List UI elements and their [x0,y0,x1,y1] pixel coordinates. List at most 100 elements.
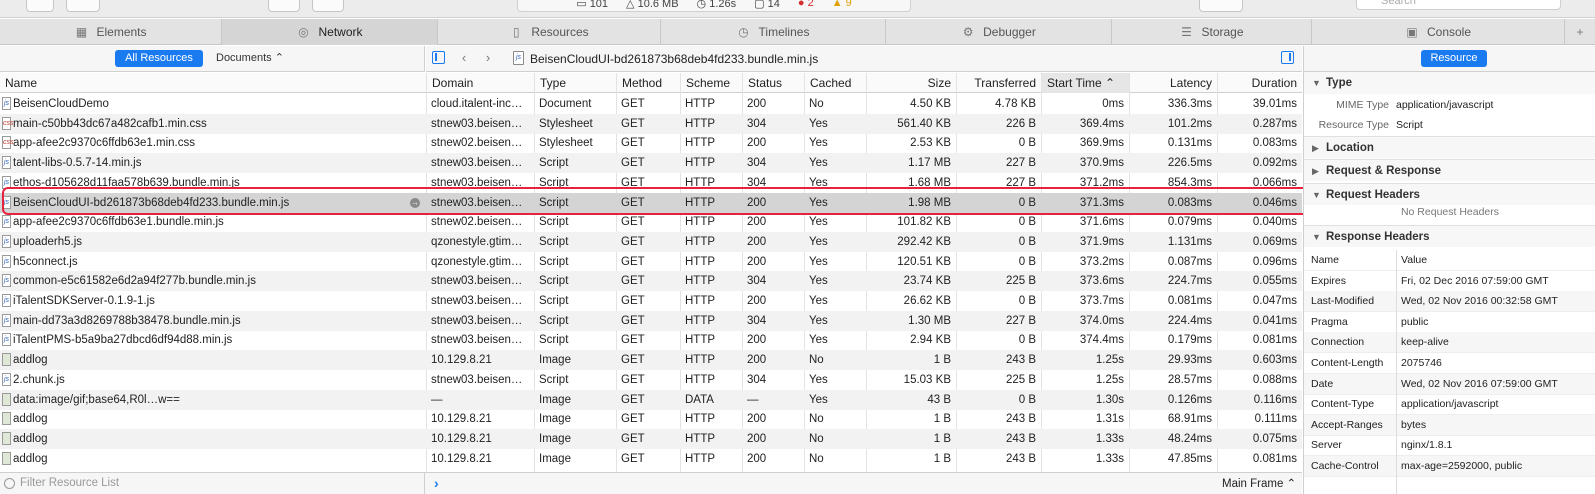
column-status[interactable]: Status [742,73,804,93]
column-domain[interactable]: Domain [426,73,534,93]
column-method[interactable]: Method [616,73,680,93]
section-request-headers[interactable]: ▼ Request Headers [1304,183,1595,205]
row-duration-cell: 0.066ms [1252,176,1297,189]
table-row[interactable]: data:image/gif;base64,R0l…w== — Image GET DA… [0,389,1302,410]
tab-network[interactable]: ◎ Network [222,19,438,45]
column-name[interactable]: Name [0,73,426,93]
tab-timelines[interactable]: ◷ Timelines [661,19,886,45]
column-transferred[interactable]: Transferred [956,73,1041,93]
row-transferred-cell: 243 B [1005,413,1036,426]
resource-mode-button[interactable]: Resource [1421,50,1487,67]
tab-debugger[interactable]: ⚙ Debugger [886,19,1112,45]
table-row[interactable]: js iTalentSDKServer-0.1.9-1.js stnew03.bei… [0,291,1302,311]
log-count[interactable]: ▢ 14 [754,0,780,10]
table-row[interactable]: js iTalentPMS-b5a9ba27dbcd6df94d88.min.js… [0,330,1302,350]
row-domain-cell: stnew03.beisen… [431,295,523,307]
column-type[interactable]: Type [534,73,616,93]
table-row[interactable]: css main-c50bb43dc67a482cafb1.min.css stne… [0,113,1302,134]
search-field[interactable]: Search [1356,0,1561,10]
section-type[interactable]: ▼ Type [1304,72,1595,94]
warning-count[interactable]: ▲ 9 [832,0,852,9]
row-method-cell: GET [621,314,645,327]
right-sidebar-toggle-icon[interactable] [1281,51,1294,64]
elements-icon: ▦ [75,25,88,39]
table-row[interactable]: js BeisenCloudUI-bd261873b68deb4fd233.bun… [0,192,1302,213]
table-row[interactable]: js main-dd73a3d8269788b38478.bundle.min.j… [0,310,1302,331]
network-table-header: Name Domain Type Method Scheme Status Ca… [0,73,1302,93]
table-row[interactable]: addlog 10.129.8.21 Image GET HTTP 200 No 1 B 243… [0,350,1302,371]
left-sidebar-toggle-icon[interactable] [432,51,445,64]
column-duration[interactable]: Duration [1217,73,1302,93]
row-size-cell: 120.51 KB [897,255,951,268]
download-button[interactable] [312,0,344,12]
column-latency[interactable]: Latency [1129,73,1217,93]
inspect-button[interactable] [1199,0,1243,12]
table-row[interactable]: addlog 10.129.8.21 Image GET HTTP 200 No 1 B 243… [0,409,1302,429]
row-status-cell: — [747,393,759,406]
response-header-row[interactable]: Date Wed, 02 Nov 2016 07:59:00 GMT [1304,373,1595,395]
table-row[interactable]: css app-afee2c9370c6ffdb63e1.min.css stnew… [0,133,1302,153]
column-start-time[interactable]: Start Time ⌃ [1041,73,1129,93]
table-row[interactable]: js uploaderh5.js qzonestyle.gtim… Script GET… [0,231,1302,252]
table-row[interactable]: js app-afee2c9370c6ffdb63e1.bundle.min.js… [0,212,1302,232]
filter-resource-input[interactable]: Filter Resource List [0,473,425,494]
row-transferred-cell: 227 B [1005,176,1036,189]
row-start-cell: 1.33s [1095,432,1124,445]
response-header-row[interactable]: Connection keep-alive [1304,332,1595,354]
header-name: Last-Modified [1311,295,1375,308]
table-row[interactable]: js BeisenCloudDemo cloud.italent-inc… Docum… [0,94,1302,114]
row-domain-cell: stnew03.beisen… [431,176,523,189]
tab-label: Timelines [758,25,810,39]
console-prompt-icon[interactable]: › [434,475,439,491]
section-response-headers[interactable]: ▼ Response Headers [1304,225,1595,247]
row-status-cell: 304 [747,117,767,130]
table-row[interactable]: addlog 10.129.8.21 Image GET HTTP 200 No 1 B 243… [0,428,1302,449]
response-header-row[interactable]: Server nginx/1.8.1 [1304,435,1595,457]
breadcrumb[interactable]: BeisenCloudUI-bd261873b68deb4fd233.bundl… [530,52,818,66]
undock-button[interactable] [66,0,100,12]
new-tab-button[interactable]: + [1565,19,1595,45]
response-header-row[interactable]: Last-Modified Wed, 02 Nov 2016 00:32:58 G… [1304,291,1595,313]
column-cached[interactable]: Cached [804,73,866,93]
table-row[interactable]: js 2.chunk.js stnew03.beisen… Script GET HTTP… [0,370,1302,390]
tab-storage[interactable]: ☰ Storage [1112,19,1312,45]
row-status-cell: 200 [747,354,767,367]
response-header-row[interactable]: Pragma public [1304,312,1595,333]
all-resources-button[interactable]: All Resources [115,50,203,67]
response-header-row[interactable]: Content-Length 2075746 [1304,353,1595,374]
go-to-resource-icon[interactable]: → [410,197,420,208]
tab-resources[interactable]: ▯ Resources [438,19,661,45]
row-start-cell: 1.31s [1095,413,1124,426]
table-row[interactable]: js ethos-d105628d11faa578b639.bundle.min.… [0,173,1302,193]
row-latency-cell: 29.93ms [1167,354,1212,367]
documents-filter-select[interactable]: Documents ⌃ [216,50,284,67]
reload-button[interactable] [268,0,300,12]
row-domain-cell: 10.129.8.21 [431,354,492,367]
row-transferred-cell: 226 B [1005,117,1036,130]
section-request-response[interactable]: ▶ Request & Response [1304,159,1595,181]
row-scheme-cell: HTTP [685,137,716,150]
table-row[interactable]: js h5connect.js qzonestyle.gtim… Script GET H… [0,252,1302,272]
header-value: 2075746 [1401,357,1442,369]
response-header-row[interactable]: Cache-Control max-age=2592000, public [1304,456,1595,477]
back-arrow-icon[interactable]: ‹ [457,51,471,65]
row-method-cell: GET [621,354,645,367]
column-scheme[interactable]: Scheme [680,73,742,93]
section-location[interactable]: ▶ Location [1304,136,1595,158]
row-name-cell: main-dd73a3d8269788b38478.bundle.min.js [13,314,241,327]
frame-select[interactable]: Main Frame ⌃ [1222,476,1296,490]
response-header-row[interactable]: Expires Fri, 02 Dec 2016 07:59:00 GMT [1304,271,1595,292]
response-header-row[interactable]: Accept-Ranges bytes [1304,414,1595,436]
tab-console[interactable]: ▣ Console [1312,19,1565,45]
table-row[interactable]: js common-e5c61582e6d2a94f277b.bundle.min… [0,271,1302,292]
row-scheme-cell: HTTP [685,432,716,445]
error-count[interactable]: ● 2 [798,0,814,9]
forward-arrow-icon[interactable]: › [481,51,495,65]
row-duration-cell: 0.081ms [1252,334,1297,347]
dock-button[interactable] [26,0,54,12]
column-size[interactable]: Size [866,73,956,93]
response-header-row[interactable]: Content-Type application/javascript [1304,394,1595,416]
tab-elements[interactable]: ▦ Elements [0,19,222,45]
table-row[interactable]: js talent-libs-0.5.7-14.min.js stnew03.bei… [0,153,1302,174]
table-row[interactable]: addlog 10.129.8.21 Image GET HTTP 200 No 1 B 243… [0,449,1302,469]
